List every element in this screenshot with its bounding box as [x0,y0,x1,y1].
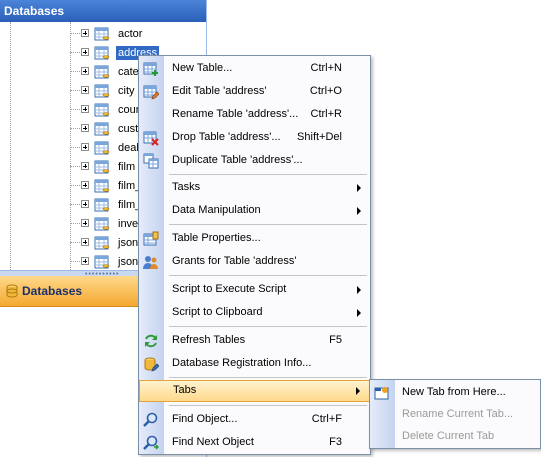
menu-item-script-to-execute[interactable]: Script to Execute Script [139,279,370,301]
submenu-arrow-icon [356,387,360,395]
menu-item-tasks[interactable]: Tasks [139,177,370,199]
databases-icon [4,283,20,302]
menu-item-edit-table[interactable]: Edit Table 'address' Ctrl+O [139,81,370,103]
tree-guide-line [70,22,71,270]
expand-icon[interactable] [81,105,89,113]
tree-table-label: city [118,85,135,97]
tree-table-label: actor [118,28,143,40]
tabs-submenu: New Tab from Here... Rename Current Tab.… [369,379,541,449]
menu-separator [169,174,367,175]
expand-icon[interactable] [81,257,89,265]
tree-connector [70,109,80,110]
new-tab-icon [374,385,390,401]
table-icon [94,159,110,175]
menu-separator [169,377,367,378]
menu-item-script-to-clipboard[interactable]: Script to Clipboard [139,302,370,324]
tree-connector [70,147,80,148]
table-icon [94,235,110,251]
menu-item-drop-table[interactable]: Drop Table 'address'... Shift+Del [139,127,370,149]
table-icon [94,45,110,61]
table-icon [94,140,110,156]
submenu-item-delete-current-tab[interactable]: Delete Current Tab [370,426,540,448]
tree-connector [70,71,80,72]
tree-table-label: cust [118,123,139,135]
table-icon [94,26,110,42]
submenu-arrow-icon [357,286,361,294]
menu-item-find-next-object[interactable]: Find Next Object F3 [139,432,370,454]
expand-icon[interactable] [81,181,89,189]
drop-table-icon [143,130,159,146]
expand-icon[interactable] [81,162,89,170]
grants-icon [143,254,159,270]
table-context-menu: New Table... Ctrl+N Edit Table 'address'… [138,55,371,455]
table-icon [94,216,110,232]
tree-connector [70,185,80,186]
menu-separator [169,275,367,276]
menu-item-table-properties[interactable]: Table Properties... [139,228,370,250]
table-icon [94,83,110,99]
menu-item-tabs[interactable]: Tabs [139,380,370,402]
menu-item-database-registration[interactable]: Database Registration Info... [139,353,370,375]
tree-connector [70,128,80,129]
tree-guide-line [10,22,11,270]
table-icon [94,102,110,118]
table-icon [94,254,110,270]
new-table-icon [143,61,159,77]
menu-separator [169,405,367,406]
expand-icon[interactable] [81,67,89,75]
tree-connector [70,223,80,224]
expand-icon[interactable] [81,219,89,227]
menu-item-data-manipulation[interactable]: Data Manipulation [139,200,370,222]
tree-connector [70,52,80,53]
table-icon [94,121,110,137]
expand-icon[interactable] [81,86,89,94]
menu-separator [169,224,367,225]
database-registration-icon [143,356,160,372]
submenu-item-new-tab[interactable]: New Tab from Here... [370,382,540,404]
expand-icon[interactable] [81,143,89,151]
tree-connector [70,242,80,243]
submenu-arrow-icon [357,184,361,192]
find-icon [143,412,159,428]
menu-item-new-table[interactable]: New Table... Ctrl+N [139,58,370,80]
menu-item-grants[interactable]: Grants for Table 'address' [139,251,370,273]
submenu-arrow-icon [357,207,361,215]
edit-table-icon [143,84,160,100]
submenu-item-rename-current-tab[interactable]: Rename Current Tab... [370,404,540,426]
tree-connector [70,90,80,91]
refresh-icon [143,333,159,349]
tree-connector [70,261,80,262]
expand-icon[interactable] [81,238,89,246]
panel-title: Databases [0,0,206,22]
expand-icon[interactable] [81,48,89,56]
table-icon [94,197,110,213]
menu-item-duplicate-table[interactable]: Duplicate Table 'address'... [139,150,370,172]
find-next-icon [143,435,159,451]
expand-icon[interactable] [81,124,89,132]
expand-icon[interactable] [81,29,89,37]
menu-item-find-object[interactable]: Find Object... Ctrl+F [139,409,370,431]
tree-connector [70,33,80,34]
menu-separator [169,326,367,327]
tree-connector [70,204,80,205]
submenu-arrow-icon [357,309,361,317]
menu-item-refresh-tables[interactable]: Refresh Tables F5 [139,330,370,352]
table-icon [94,64,110,80]
tree-connector [70,166,80,167]
table-properties-icon [143,231,159,247]
tree-table-label: film [118,161,136,173]
databases-tab-label: Databases [22,284,83,298]
table-icon [94,178,110,194]
expand-icon[interactable] [81,200,89,208]
tree-table-node[interactable]: actor [70,25,206,43]
menu-item-rename-table[interactable]: Rename Table 'address'... Ctrl+R [139,104,370,126]
duplicate-table-icon [143,153,159,169]
